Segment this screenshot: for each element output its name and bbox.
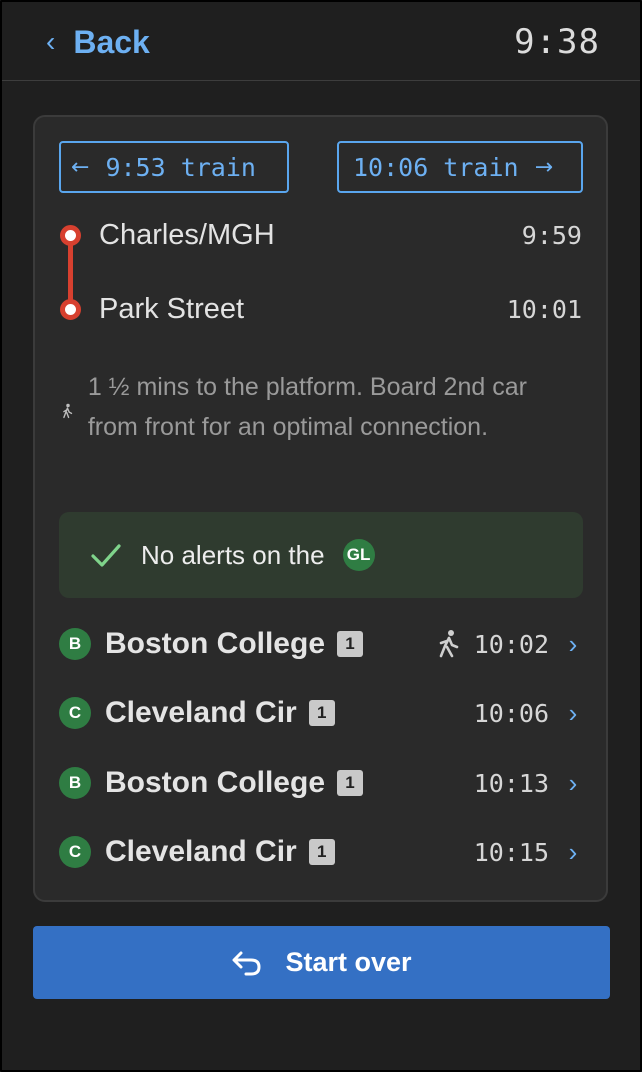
- previous-train-button[interactable]: ← 9:53 train: [59, 141, 289, 193]
- departure-destination: Boston College: [105, 766, 326, 799]
- departure-row[interactable]: B Boston College 1 10:13 ›: [59, 758, 583, 808]
- departure-row[interactable]: C Cleveland Cir 1 10:06 ›: [59, 688, 583, 738]
- departure-row[interactable]: B Boston College 1 10:02 ›: [59, 619, 583, 669]
- departure-right: 10:06 ›: [474, 688, 583, 738]
- trip-card: ← 9:53 train 10:06 train → Charles/MGH 9…: [33, 115, 608, 902]
- chevron-right-icon: ›: [568, 697, 578, 728]
- arrow-left-icon: ←: [71, 154, 90, 180]
- destination-stop-time: 10:01: [506, 295, 582, 324]
- branch-badge: B: [59, 767, 91, 799]
- destination-stop-name: Park Street: [99, 293, 245, 325]
- departure-time: 10:15: [473, 837, 549, 867]
- chevron-right-icon: ›: [568, 836, 578, 867]
- arrow-right-icon: →: [534, 154, 554, 180]
- departure-destination: Cleveland Cir: [105, 835, 297, 868]
- undo-arrow-icon: [232, 951, 261, 975]
- back-button[interactable]: ‹ Back: [46, 24, 150, 60]
- check-icon: [91, 544, 121, 567]
- app-frame: ‹ Back 9:38 ← 9:53 train 10:06 train → C…: [0, 0, 642, 1072]
- alert-text: No alerts on the: [141, 539, 325, 570]
- departure-time: 10:06: [473, 698, 549, 728]
- branch-badge: B: [59, 628, 91, 660]
- chevron-left-icon: ‹: [46, 26, 56, 57]
- departure-right: 10:15 ›: [474, 827, 583, 877]
- car-count-badge: 1: [308, 700, 335, 726]
- walking-note: 1 ½ mins to the platform. Board 2nd car …: [61, 367, 581, 447]
- start-over-button[interactable]: Start over: [33, 926, 610, 999]
- start-over-label: Start over: [285, 947, 412, 977]
- departure-time: 10:13: [473, 768, 549, 798]
- destination-stop-dot: [60, 299, 81, 320]
- departure-time: 10:02: [473, 629, 549, 659]
- running-person-icon: [439, 630, 459, 658]
- departure-destination: Cleveland Cir: [105, 696, 297, 729]
- departure-right: 10:13 ›: [474, 758, 583, 808]
- car-count-badge: 1: [308, 839, 335, 865]
- back-label: Back: [73, 24, 150, 60]
- current-time: 9:38: [514, 22, 600, 62]
- departure-right: 10:02 ›: [436, 619, 583, 669]
- branch-badge: C: [59, 697, 91, 729]
- alert-banner: No alerts on the GL: [59, 512, 583, 598]
- walking-note-text: 1 ½ mins to the platform. Board 2nd car …: [87, 373, 527, 441]
- next-train-label: 10:06 train: [353, 152, 519, 182]
- origin-stop-dot: [60, 225, 81, 246]
- departure-row[interactable]: C Cleveland Cir 1 10:15 ›: [59, 827, 583, 877]
- walking-person-icon: [63, 403, 73, 419]
- header: ‹ Back 9:38: [2, 2, 640, 81]
- green-line-badge: GL: [342, 539, 375, 571]
- next-train-button[interactable]: 10:06 train →: [337, 141, 583, 193]
- origin-stop-time: 9:59: [521, 221, 582, 250]
- origin-stop-name: Charles/MGH: [99, 219, 275, 251]
- car-count-badge: 1: [337, 770, 364, 796]
- chevron-right-icon: ›: [568, 767, 578, 798]
- previous-train-label: 9:53 train: [105, 152, 256, 182]
- departure-destination: Boston College: [105, 627, 326, 660]
- chevron-right-icon: ›: [568, 628, 578, 659]
- car-count-badge: 1: [337, 631, 364, 657]
- branch-badge: C: [59, 836, 91, 868]
